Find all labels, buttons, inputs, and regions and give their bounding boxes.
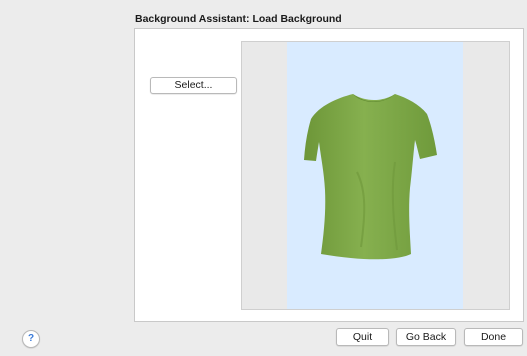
green-tshirt-image xyxy=(304,94,437,260)
go-back-button[interactable]: Go Back xyxy=(396,328,456,346)
left-pane xyxy=(0,0,134,356)
quit-button[interactable]: Quit xyxy=(336,328,389,346)
help-button[interactable]: ? xyxy=(22,330,40,348)
dialog-title: Background Assistant: Load Background xyxy=(135,13,342,25)
background-assistant-window: Background Assistant: Load Background Se… xyxy=(0,0,527,356)
preview-image xyxy=(287,42,463,309)
tshirt-body xyxy=(304,94,437,260)
select-button[interactable]: Select... xyxy=(150,77,237,94)
done-button[interactable]: Done xyxy=(464,328,523,346)
background-preview xyxy=(241,41,510,310)
